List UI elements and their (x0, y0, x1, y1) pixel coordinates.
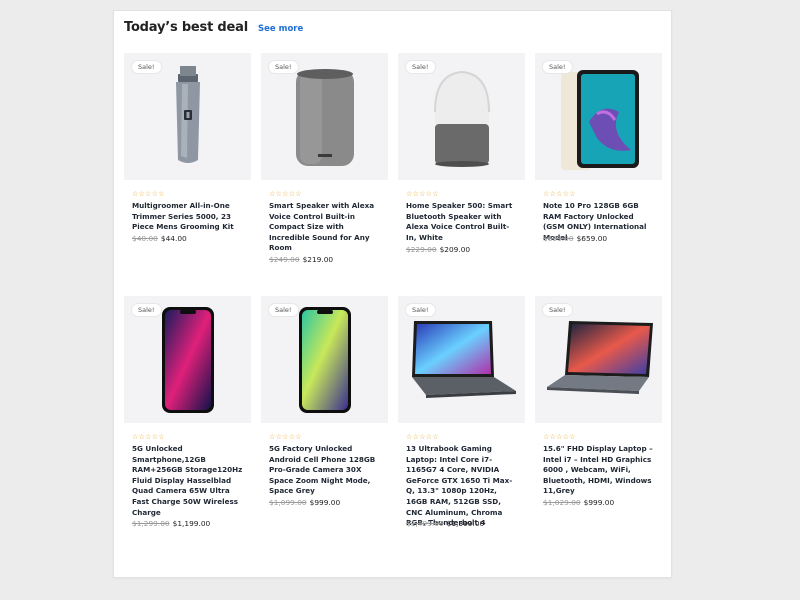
product-image[interactable]: Sale! (398, 53, 525, 180)
product-card[interactable]: Sale! ☆☆☆☆☆ 15.6" FHD Display Laptop – I… (535, 296, 662, 539)
rating-stars: ☆☆☆☆☆ (406, 433, 439, 441)
see-more-link[interactable]: See more (258, 24, 303, 34)
product-image[interactable]: Sale! (398, 296, 525, 423)
sale-price: $209.00 (439, 245, 471, 254)
old-price: $229.00 (406, 245, 437, 254)
laptop-icon (547, 320, 653, 394)
product-image[interactable]: Sale! (535, 296, 662, 423)
home-speaker-icon (433, 70, 490, 167)
product-image[interactable]: Sale! (124, 53, 251, 180)
price-block: $229.00 $209.00 (406, 245, 470, 254)
product-card[interactable]: Sale! ☆☆☆☆☆ 5G Factory Unlocked Android … (261, 296, 388, 539)
smartphone-icon (298, 306, 351, 413)
sale-price: $44.00 (160, 234, 187, 243)
sale-badge: Sale! (543, 304, 572, 316)
product-card[interactable]: Sale! ☆☆☆☆☆ 13 Ultrabook Gaming Laptop: … (398, 296, 525, 539)
sale-price: $219.00 (302, 255, 334, 264)
old-price: $699.00 (543, 234, 574, 243)
rating-stars: ☆☆☆☆☆ (269, 433, 302, 441)
product-name[interactable]: 5G Unlocked Smartphone,12GB RAM+256GB St… (132, 444, 244, 518)
price-block: $249.00 $219.00 (269, 255, 333, 264)
product-name[interactable]: 15.6" FHD Display Laptop – Intel i7 – In… (543, 444, 655, 497)
old-price: $249.00 (269, 255, 300, 264)
product-card[interactable]: Sale! ☆☆☆☆☆ Multigroomer All-in-One Trim… (124, 53, 251, 296)
price-block: $1,299.00 $1,199.00 (132, 519, 210, 528)
product-card[interactable]: Sale! ☆☆☆☆☆ Home Speaker 500: Smart Blue… (398, 53, 525, 296)
old-price: $1,299.00 (132, 519, 170, 528)
sale-badge: Sale! (269, 304, 298, 316)
sale-badge: Sale! (543, 61, 572, 73)
sale-price: $999.00 (309, 498, 341, 507)
sale-badge: Sale! (132, 304, 161, 316)
tablet-icon (560, 69, 639, 170)
price-block: $40.00 $44.00 (132, 234, 187, 243)
rating-stars: ☆☆☆☆☆ (543, 433, 576, 441)
sale-price: $999.00 (583, 498, 615, 507)
rating-stars: ☆☆☆☆☆ (269, 190, 302, 198)
smartphone-icon (161, 306, 214, 413)
sale-price: $659.00 (576, 234, 608, 243)
price-block: $1,029.00 $999.00 (543, 498, 614, 507)
old-price: $1,499.00 (406, 519, 444, 528)
product-card[interactable]: Sale! ☆☆☆☆☆ 5G Unlocked Smartphone,12GB … (124, 296, 251, 539)
sale-badge: Sale! (406, 304, 435, 316)
product-name[interactable]: Smart Speaker with Alexa Voice Control B… (269, 201, 381, 254)
sale-badge: Sale! (406, 61, 435, 73)
rating-stars: ☆☆☆☆☆ (132, 190, 165, 198)
hair-trimmer-icon (175, 65, 200, 163)
best-deal-panel: Today’s best deal See more Sale! ☆☆☆☆☆ M… (113, 10, 672, 578)
product-name[interactable]: Home Speaker 500: Smart Bluetooth Speake… (406, 201, 518, 243)
product-image[interactable]: Sale! (124, 296, 251, 423)
section-header: Today’s best deal See more (124, 20, 303, 35)
sale-badge: Sale! (269, 61, 298, 73)
rating-stars: ☆☆☆☆☆ (132, 433, 165, 441)
sale-price: $1,199.00 (172, 519, 211, 528)
product-image[interactable]: Sale! (261, 53, 388, 180)
price-block: $1,099.00 $999.00 (269, 498, 340, 507)
price-block: $1,499.00 $1,399.00 (406, 519, 484, 528)
product-card[interactable]: Sale! ☆☆☆☆☆ Smart Speaker with Alexa Voi… (261, 53, 388, 296)
old-price: $40.00 (132, 234, 158, 243)
sale-price: $1,399.00 (446, 519, 485, 528)
product-name[interactable]: 13 Ultrabook Gaming Laptop: Intel Core i… (406, 444, 518, 529)
price-block: $699.00 $659.00 (543, 234, 607, 243)
rating-stars: ☆☆☆☆☆ (543, 190, 576, 198)
product-image[interactable]: Sale! (535, 53, 662, 180)
laptop-icon (412, 320, 516, 398)
product-name[interactable]: Multigroomer All-in-One Trimmer Series 5… (132, 201, 244, 233)
product-image[interactable]: Sale! (261, 296, 388, 423)
product-card[interactable]: Sale! ☆☆☆☆☆ Note 10 Pro 128GB 6GB RAM Fa… (535, 53, 662, 296)
product-grid: Sale! ☆☆☆☆☆ Multigroomer All-in-One Trim… (124, 53, 662, 539)
sale-badge: Sale! (132, 61, 161, 73)
section-title: Today’s best deal (124, 20, 248, 35)
product-name[interactable]: 5G Factory Unlocked Android Cell Phone 1… (269, 444, 381, 497)
old-price: $1,029.00 (543, 498, 581, 507)
rating-stars: ☆☆☆☆☆ (406, 190, 439, 198)
smart-speaker-icon (295, 68, 354, 166)
old-price: $1,099.00 (269, 498, 307, 507)
